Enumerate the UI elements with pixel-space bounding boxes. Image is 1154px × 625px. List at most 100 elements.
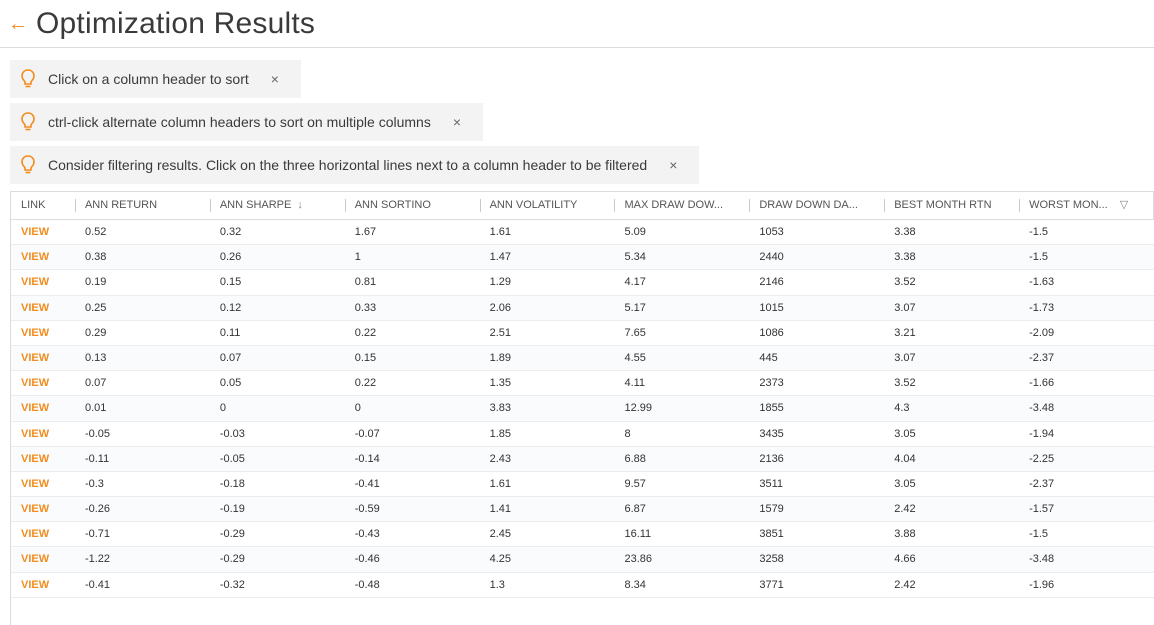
- table-cell: -0.05: [219, 452, 245, 465]
- table-cell: -0.07: [354, 427, 380, 440]
- table-cell: -1.57: [1029, 503, 1055, 516]
- table-cell: 9.57: [624, 477, 646, 490]
- table-row: VIEW 0.52 0.32 1.67 1.61 5.09 1053 3.38 -1.5: [11, 220, 1154, 246]
- table-cell: 1.41: [489, 503, 511, 516]
- table-cell: -2.37: [1029, 351, 1055, 364]
- table-cell: 5.17: [624, 301, 646, 314]
- table-cell: 0.32: [219, 226, 242, 238]
- column-header-draw-down-days[interactable]: DRAW DOWN DA...: [749, 192, 884, 219]
- table-cell: -0.11: [84, 452, 110, 465]
- table-cell: 12.99: [624, 402, 652, 415]
- view-link-cell: VIEW: [11, 220, 75, 244]
- page-header: ← Optimization Results: [0, 0, 1154, 48]
- view-link-cell: VIEW: [11, 547, 75, 571]
- column-header-ann-sortino[interactable]: ANN SORTINO: [344, 192, 480, 219]
- table-cell: -0.59: [354, 503, 380, 516]
- table-cell: 3511: [759, 477, 783, 490]
- table-cell: 3.38: [894, 226, 916, 238]
- table-cell: 3.21: [894, 326, 916, 339]
- view-link[interactable]: VIEW: [21, 428, 49, 440]
- table-cell: -1.5: [1029, 251, 1049, 264]
- table-cell: 0.15: [219, 276, 242, 289]
- table-cell: -3.48: [1029, 553, 1055, 566]
- table-row: VIEW -0.3 -0.18 -0.41 1.61 9.57 3511 3.05 -2.37: [11, 472, 1154, 498]
- filter-icon[interactable]: ▽: [1120, 199, 1128, 211]
- table-cell: -0.32: [219, 578, 245, 591]
- table-cell: 3.38: [894, 251, 916, 264]
- table-cell: -0.29: [219, 553, 245, 566]
- view-link-cell: VIEW: [11, 497, 75, 521]
- table-row: VIEW -0.05 -0.03 -0.07 1.85 8 3435 3.05 -1.94: [11, 422, 1154, 447]
- column-header-best-month-rtn[interactable]: BEST MONTH RTN: [884, 192, 1019, 219]
- view-link[interactable]: VIEW: [21, 553, 49, 565]
- table-cell: 0.26: [219, 251, 242, 264]
- column-header-ann-return[interactable]: ANN RETURN: [74, 192, 210, 219]
- table-cell: 3851: [759, 528, 784, 541]
- table-cell: 0.15: [354, 351, 377, 364]
- table-cell: 3435: [759, 427, 784, 440]
- view-link-cell: VIEW: [11, 245, 75, 269]
- lightbulb-icon: [21, 112, 35, 131]
- column-header-max-draw-down[interactable]: MAX DRAW DOW...: [614, 192, 749, 219]
- view-link-cell: VIEW: [11, 346, 75, 370]
- table-cell: 1.3: [489, 578, 505, 591]
- table-cell: 3.52: [894, 377, 916, 390]
- close-icon[interactable]: ×: [669, 157, 677, 173]
- view-link-cell: VIEW: [11, 321, 75, 345]
- view-link[interactable]: VIEW: [21, 251, 49, 263]
- table-cell: -0.71: [84, 528, 111, 541]
- view-link[interactable]: VIEW: [21, 478, 49, 490]
- table-cell: -1.73: [1029, 301, 1055, 314]
- view-link[interactable]: VIEW: [21, 402, 49, 414]
- tip-filter: Consider filtering results. Click on the…: [10, 146, 700, 184]
- table-cell: -1.5: [1029, 528, 1049, 541]
- view-link[interactable]: VIEW: [21, 528, 49, 540]
- view-link[interactable]: VIEW: [21, 302, 49, 314]
- back-arrow-icon[interactable]: ←: [8, 13, 30, 36]
- column-header-link[interactable]: LINK: [11, 192, 75, 219]
- column-header-ann-sharpe[interactable]: ANN SHARPE ↓: [209, 192, 345, 219]
- table-cell: -0.03: [219, 427, 245, 440]
- table-cell: -1.94: [1029, 427, 1055, 440]
- table-cell: 3.07: [894, 351, 916, 364]
- table-row: VIEW -0.11 -0.05 -0.14 2.43 6.88 2136 4.04 -2.25: [11, 446, 1154, 472]
- close-icon[interactable]: ×: [271, 71, 279, 87]
- table-cell: -0.43: [354, 528, 380, 541]
- table-cell: 445: [759, 351, 778, 364]
- view-link[interactable]: VIEW: [21, 377, 49, 389]
- tip-multi-sort: ctrl-click alternate column headers to s…: [10, 103, 484, 141]
- table-cell: 4.25: [489, 553, 511, 566]
- close-icon[interactable]: ×: [453, 114, 461, 130]
- table-cell: 0.29: [84, 326, 107, 339]
- view-link[interactable]: VIEW: [21, 352, 49, 364]
- table-cell: 3.05: [894, 477, 916, 490]
- view-link[interactable]: VIEW: [21, 327, 49, 339]
- table-row: VIEW -0.26 -0.19 -0.59 1.41 6.87 1579 2.42 -1.57: [11, 497, 1154, 523]
- table-cell: 2.43: [489, 452, 511, 465]
- table-cell: 4.17: [624, 276, 646, 289]
- table-cell: 0.11: [219, 326, 241, 339]
- table-cell: 8.34: [624, 578, 646, 591]
- table-cell: 1.85: [489, 427, 511, 440]
- table-cell: 1.89: [489, 351, 511, 364]
- view-link-cell: VIEW: [11, 447, 75, 471]
- table-cell: -1.66: [1029, 377, 1055, 390]
- table-body: VIEW 0.52 0.32 1.67 1.61 5.09 1053 3.38 -1.5 VIEW…: [11, 220, 1154, 598]
- view-link[interactable]: VIEW: [21, 453, 49, 465]
- column-header-ann-volatility[interactable]: ANN VOLATILITY: [479, 192, 615, 219]
- table-cell: -1.96: [1029, 578, 1055, 591]
- table-cell: 2440: [759, 251, 784, 264]
- view-link[interactable]: VIEW: [21, 226, 49, 238]
- table-row: VIEW -1.22 -0.29 -0.46 4.25 23.86 3258 4.66 -3.4…: [11, 547, 1154, 573]
- table-cell: 1: [354, 251, 361, 264]
- view-link[interactable]: VIEW: [21, 503, 49, 515]
- table-cell: -2.37: [1029, 477, 1055, 490]
- view-link[interactable]: VIEW: [21, 276, 49, 288]
- table-cell: 1015: [759, 301, 784, 314]
- view-link[interactable]: VIEW: [21, 579, 49, 591]
- table-cell: -1.63: [1029, 276, 1055, 289]
- table-cell: -2.25: [1029, 452, 1055, 465]
- column-header-worst-month[interactable]: WORST MON... ▽: [1019, 192, 1154, 219]
- results-table: LINK ANN RETURN ANN SHARPE ↓ ANN SORTINO …: [10, 191, 1154, 625]
- table-cell: 1.29: [489, 276, 511, 289]
